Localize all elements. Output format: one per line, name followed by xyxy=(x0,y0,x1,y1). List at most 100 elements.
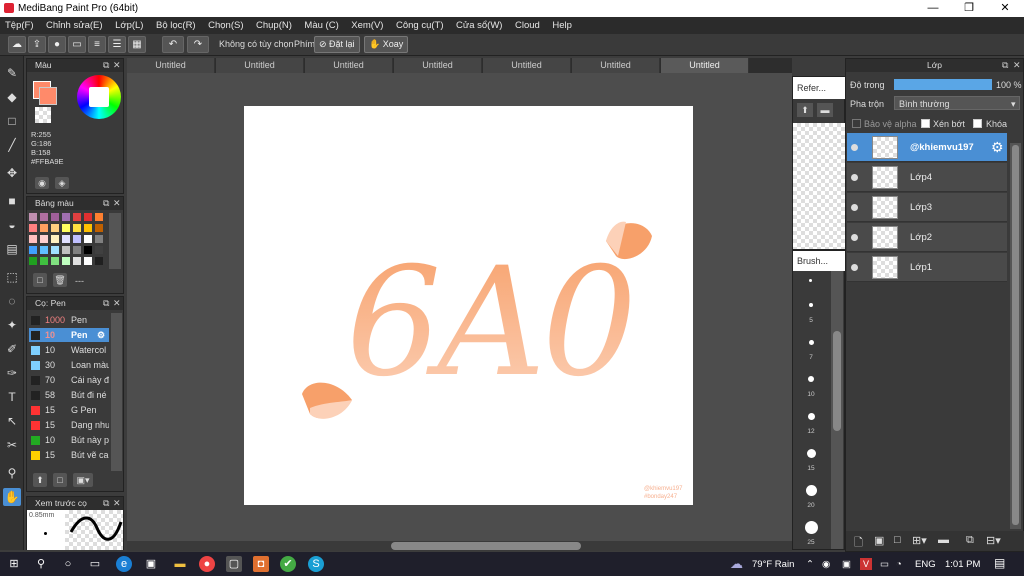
palette-swatch[interactable] xyxy=(95,246,103,254)
comment-icon[interactable]: ● xyxy=(48,36,66,53)
green-app-icon[interactable]: ✔ xyxy=(280,556,296,572)
palette-swatch[interactable] xyxy=(62,246,70,254)
palette-swatch[interactable] xyxy=(51,213,59,221)
palette-swatch[interactable] xyxy=(62,257,70,265)
brush-list-item[interactable]: 10 Watercol xyxy=(29,343,109,357)
brush-list-item[interactable]: 10 Pen ⚙ xyxy=(29,328,109,342)
transparent-color-swatch[interactable] xyxy=(35,107,51,123)
layer-row-lop3[interactable]: Lớp3 xyxy=(847,193,1007,222)
brush-tool-icon[interactable]: ✎ xyxy=(3,64,21,82)
palette-swatch[interactable] xyxy=(84,224,92,232)
reference-image-area[interactable] xyxy=(793,123,846,249)
palette-swatch[interactable] xyxy=(84,235,92,243)
menu-file[interactable]: Tệp(F) xyxy=(0,17,39,34)
add-layer-menu-icon[interactable]: ⊞▾ xyxy=(912,534,927,547)
lang-indicator[interactable]: ENG xyxy=(915,559,936,570)
palette-swatch[interactable] xyxy=(29,213,37,221)
close-icon[interactable]: ✕ xyxy=(113,59,121,72)
palette-swatch[interactable] xyxy=(73,235,81,243)
skype-icon[interactable]: S xyxy=(308,556,324,572)
close-icon[interactable]: ✕ xyxy=(1013,59,1021,72)
brush-size-dot[interactable] xyxy=(806,448,816,458)
brush-list-item[interactable]: 15 Bút vẽ ca xyxy=(29,448,109,462)
battery-icon[interactable]: ▭ xyxy=(880,559,889,570)
palette-grid[interactable] xyxy=(29,213,107,269)
brush-scrollbar[interactable] xyxy=(111,313,122,471)
undock-icon[interactable]: ⧉ xyxy=(103,497,109,510)
shape-tool-icon[interactable]: ■ xyxy=(3,192,21,210)
medibang-taskbar-icon[interactable]: ▢ xyxy=(226,556,242,572)
gear-icon[interactable]: ⚙ xyxy=(991,139,1004,156)
maximize-button[interactable]: ❐ xyxy=(952,0,986,17)
rectangle-tool-icon[interactable]: □ xyxy=(3,112,21,130)
app-taskbar-icon[interactable]: ◘ xyxy=(253,556,269,572)
list-icon[interactable]: ☰ xyxy=(108,36,126,53)
duplicate-layer-icon[interactable]: ⧉ xyxy=(966,534,974,547)
layer-row-lop4[interactable]: Lớp4 xyxy=(847,163,1007,192)
menu-help[interactable]: Help xyxy=(547,17,577,34)
menu-color[interactable]: Màu (C) xyxy=(299,17,343,34)
palette-swatch[interactable] xyxy=(51,257,59,265)
brush-size-scrollbar[interactable] xyxy=(831,271,843,549)
secondary-color-swatch[interactable] xyxy=(39,87,57,105)
eraser-tool-icon[interactable]: ◆ xyxy=(3,88,21,106)
brush-size-dot[interactable] xyxy=(808,376,814,382)
rotate-button[interactable]: ✋ Xoay xyxy=(364,36,409,53)
new-halftone-layer-icon[interactable]: ▣ xyxy=(874,534,884,547)
visibility-eye-icon[interactable] xyxy=(851,264,858,271)
palette-swatch[interactable] xyxy=(40,257,48,265)
add-brush-icon[interactable]: ⬆ xyxy=(33,473,47,487)
layer-scroll-thumb[interactable] xyxy=(1012,145,1019,525)
palette-swatch[interactable] xyxy=(73,213,81,221)
color-wheel[interactable] xyxy=(77,75,121,119)
windows-start-icon[interactable]: ⊞ xyxy=(6,556,22,572)
brush-list-item[interactable]: 58 Bút đi né xyxy=(29,388,109,402)
wifi-icon[interactable]: ◔ xyxy=(896,559,902,570)
palette-swatch[interactable] xyxy=(29,246,37,254)
new-palette-icon[interactable]: □ xyxy=(33,273,47,287)
brush-size-dot[interactable] xyxy=(809,303,813,307)
palette-swatch[interactable] xyxy=(95,235,103,243)
menu-view[interactable]: Xem(V) xyxy=(346,17,388,34)
visibility-eye-icon[interactable] xyxy=(851,174,858,181)
minimize-button[interactable]: — xyxy=(916,0,950,17)
edge-icon[interactable]: e xyxy=(116,556,132,572)
palette-swatch[interactable] xyxy=(95,224,103,232)
color-picker-icon[interactable]: ◈ xyxy=(55,177,69,189)
gear-icon[interactable]: ⚙ xyxy=(97,328,105,342)
tab-untitled[interactable]: Untitled xyxy=(483,58,571,73)
cloud-icon[interactable]: ☁ xyxy=(8,36,26,53)
chevron-up-icon[interactable]: ⌃ xyxy=(806,559,814,570)
menu-cloud[interactable]: Cloud xyxy=(510,17,545,34)
opacity-slider[interactable] xyxy=(894,79,992,90)
menu-select[interactable]: Chọn(S) xyxy=(203,17,248,34)
visibility-eye-icon[interactable] xyxy=(851,234,858,241)
brush-size-dot[interactable] xyxy=(805,484,817,496)
visibility-eye-icon[interactable] xyxy=(851,204,858,211)
horizontal-scroll-thumb[interactable] xyxy=(391,542,581,550)
palette-swatch[interactable] xyxy=(40,246,48,254)
close-icon[interactable]: ✕ xyxy=(113,297,121,310)
reset-button[interactable]: ⊘ Đặt lại xyxy=(314,36,360,53)
line-tool-icon[interactable]: ╱ xyxy=(3,136,21,154)
merge-layer-icon[interactable]: ⊟▾ xyxy=(986,534,1001,547)
fill-tool-icon[interactable]: ◒ xyxy=(3,216,21,234)
task-view-icon[interactable]: ▭ xyxy=(87,556,103,572)
palette-swatch[interactable] xyxy=(62,213,70,221)
palette-swatch[interactable] xyxy=(29,235,37,243)
menu-filter[interactable]: Bộ lọc(R) xyxy=(151,17,201,34)
undock-icon[interactable]: ⧉ xyxy=(103,59,109,72)
palette-scrollbar[interactable] xyxy=(109,213,121,269)
tab-untitled[interactable]: Untitled xyxy=(572,58,660,73)
palette-swatch[interactable] xyxy=(51,224,59,232)
protect-alpha-checkbox[interactable] xyxy=(852,119,861,128)
palette-swatch[interactable] xyxy=(95,213,103,221)
magic-wand-tool-icon[interactable]: ✦ xyxy=(3,316,21,334)
undock-icon[interactable]: ⧉ xyxy=(103,197,109,210)
brush-size-dot[interactable] xyxy=(807,412,815,420)
palette-swatch[interactable] xyxy=(73,257,81,265)
lock-checkbox[interactable] xyxy=(973,119,982,128)
palette-swatch[interactable] xyxy=(84,213,92,221)
new-brush-icon[interactable]: □ xyxy=(53,473,67,487)
grid-icon[interactable]: ▦ xyxy=(128,36,146,53)
